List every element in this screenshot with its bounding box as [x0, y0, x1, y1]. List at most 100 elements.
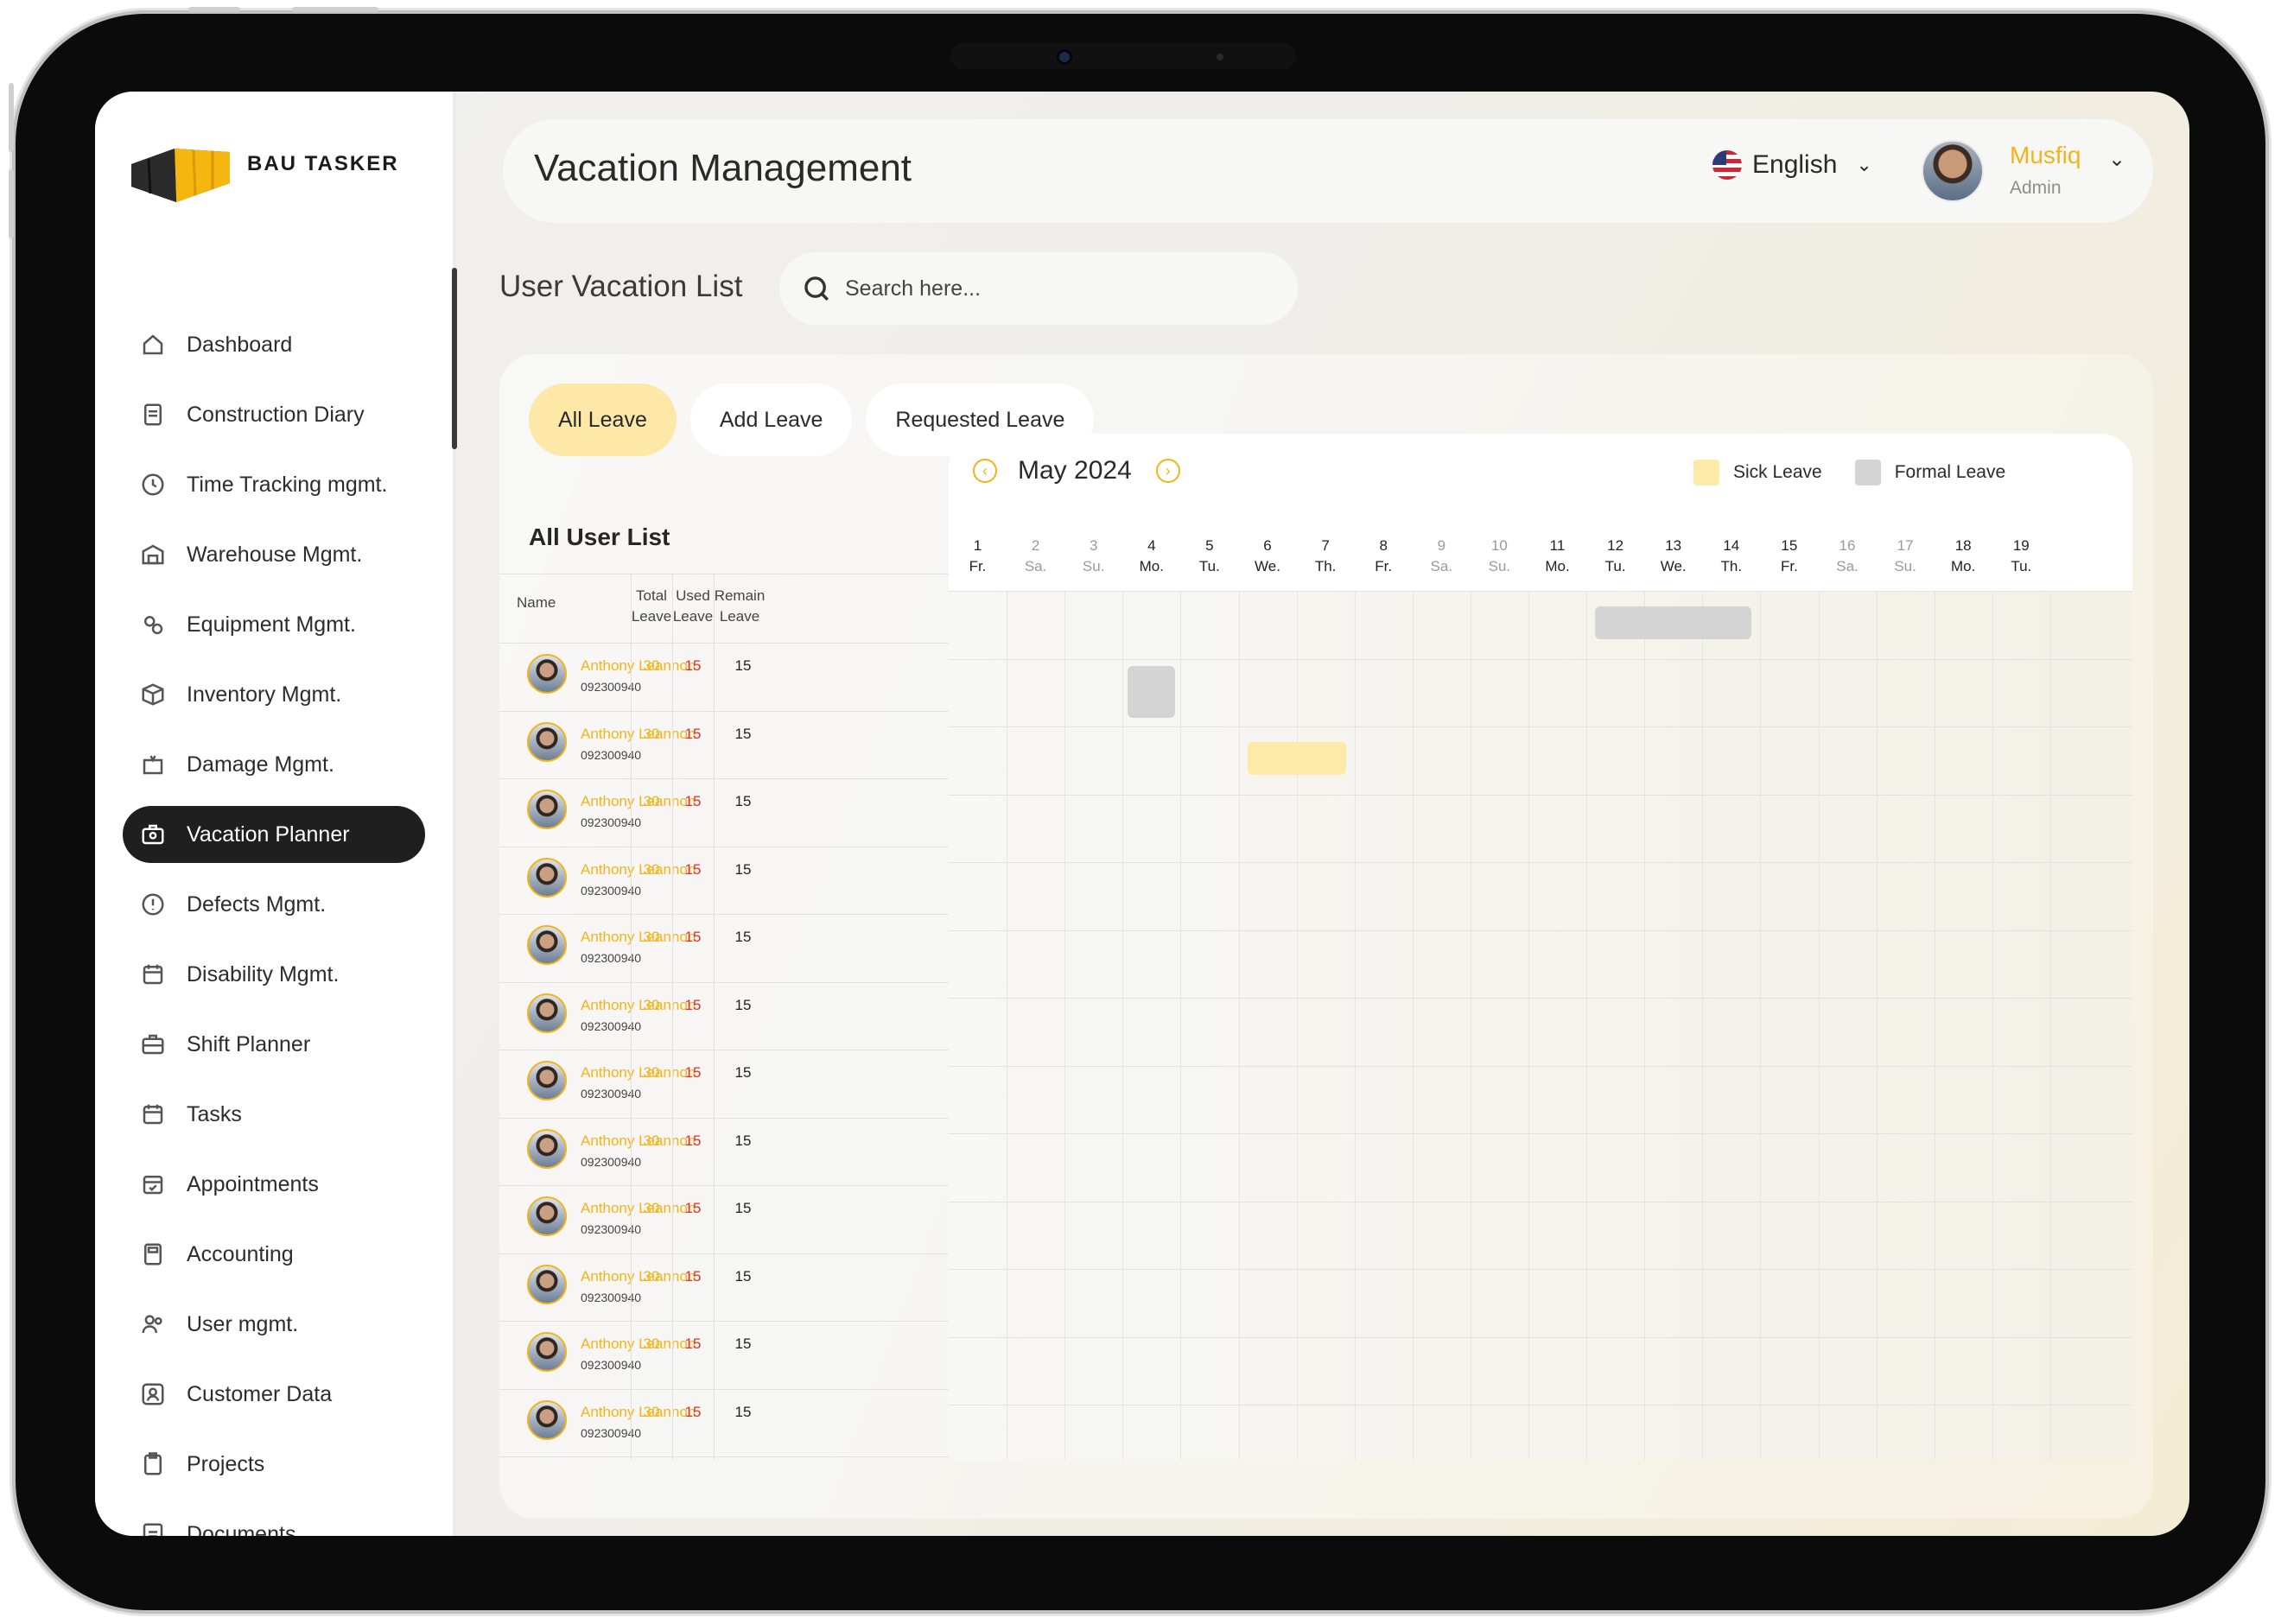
calendar-grid-line	[1644, 591, 1646, 1460]
total-leave: 30	[643, 1403, 660, 1420]
user-id: 092300940	[581, 1018, 642, 1033]
table-row[interactable]: Anthony Leannon 092300940 30 15 15	[499, 1050, 949, 1118]
calendar-check-icon	[138, 1170, 168, 1199]
users-icon	[138, 1310, 168, 1339]
day-number: 12	[1607, 537, 1624, 554]
table-row[interactable]: Anthony Leannon 092300940 30 15 15	[499, 1321, 949, 1389]
us-flag-icon	[1712, 150, 1742, 180]
legend-sick-leave: Sick Leave	[1733, 462, 1822, 482]
calendar-icon	[138, 960, 168, 989]
formal-leave-bar[interactable]	[1595, 606, 1752, 639]
sidebar-item-shift-planner[interactable]: Shift Planner	[123, 1016, 425, 1073]
day-number: 14	[1723, 537, 1740, 554]
calendar-row-line	[949, 794, 2132, 796]
sidebar-item-customer-data[interactable]: Customer Data	[123, 1366, 425, 1423]
remain-leave: 15	[734, 725, 752, 742]
sidebar-item-dashboard[interactable]: Dashboard	[123, 316, 425, 373]
avatar	[527, 1264, 567, 1304]
used-leave: 15	[684, 725, 702, 742]
sidebar-item-appointments[interactable]: Appointments	[123, 1156, 425, 1213]
sidebar-nav: Dashboard Construction Diary Time Tracking…	[123, 316, 425, 1536]
formal-leave-bar[interactable]	[1128, 665, 1176, 718]
day-number: 15	[1781, 537, 1798, 554]
table-row[interactable]: Anthony Leannon 092300940 30 15 15	[499, 1388, 949, 1457]
used-leave: 15	[684, 793, 702, 809]
avatar	[527, 1061, 567, 1101]
table-row[interactable]: Anthony Leannon 092300940 30 15 15	[499, 1185, 949, 1253]
total-leave: 30	[643, 793, 660, 809]
calendar-grid-line	[1180, 591, 1182, 1460]
next-month-icon[interactable]: ›	[1155, 459, 1180, 483]
user-id: 092300940	[581, 883, 642, 898]
day-number: 19	[2012, 537, 2030, 554]
sidebar-item-accounting[interactable]: Accounting	[123, 1226, 425, 1283]
sidebar-item-inventory-mgmt[interactable]: Inventory Mgmt.	[123, 666, 425, 723]
avatar	[527, 1196, 567, 1236]
day-number: 7	[1321, 537, 1330, 554]
table-row[interactable]: Anthony Leannon 092300940 30 15 15	[499, 1117, 949, 1186]
used-leave: 15	[684, 929, 702, 945]
sick-leave-bar[interactable]	[1247, 742, 1346, 775]
day-number: 2	[1031, 537, 1040, 554]
total-leave: 30	[643, 1335, 660, 1352]
table-row[interactable]: Anthony Leannon 092300940 30 15 15	[499, 981, 949, 1050]
used-leave: 15	[684, 1403, 702, 1420]
section-title: User Vacation List	[499, 270, 743, 303]
weekday-label: Tu.	[2011, 558, 2032, 574]
calendar-day-header: 16 Sa.	[1819, 536, 1877, 577]
avatar	[527, 993, 567, 1033]
sidebar-item-disability-mgmt[interactable]: Disability Mgmt.	[123, 946, 425, 1003]
weekday-label: We.	[1255, 558, 1280, 574]
chevron-down-icon[interactable]: ⌄	[2108, 147, 2125, 172]
day-number: 13	[1665, 537, 1682, 554]
avatar	[527, 857, 567, 898]
sidebar-item-vacation-planner[interactable]: Vacation Planner	[123, 806, 425, 863]
user-name[interactable]: Musfiq	[2010, 142, 2081, 169]
remain-leave: 15	[734, 1335, 752, 1352]
table-row[interactable]: Anthony Leannon 092300940 30 15 15	[499, 643, 949, 711]
clock-icon	[138, 470, 168, 499]
table-row[interactable]: Anthony Leannon 092300940 30 15 15	[499, 778, 949, 847]
sidebar-item-projects[interactable]: Projects	[123, 1436, 425, 1493]
tab-all-leave[interactable]: All Leave	[529, 384, 677, 456]
sidebar-item-equipment-mgmt[interactable]: Equipment Mgmt.	[123, 596, 425, 653]
sidebar-scrollbar-thumb[interactable]	[452, 268, 457, 449]
column-divider	[672, 574, 673, 1460]
calendar-grid-line	[1702, 591, 1704, 1460]
remain-leave: 15	[734, 1267, 752, 1285]
weekday-label: Mo.	[1951, 558, 1976, 574]
tab-add-leave[interactable]: Add Leave	[689, 384, 853, 456]
sidebar-item-defects-mgmt[interactable]: Defects Mgmt.	[123, 876, 425, 933]
total-leave: 30	[643, 657, 660, 674]
day-number: 10	[1490, 537, 1508, 554]
table-row[interactable]: Anthony Leannon 092300940 30 15 15	[499, 1253, 949, 1322]
sidebar-item-user-mgmt[interactable]: User mgmt.	[123, 1296, 425, 1353]
table-row[interactable]: Anthony Leannon 092300940 30 15 15	[499, 846, 949, 915]
used-leave: 15	[684, 1335, 702, 1352]
search-input[interactable]: Search here...	[779, 252, 1298, 325]
sidebar-item-warehouse-mgmt[interactable]: Warehouse Mgmt.	[123, 526, 425, 583]
table-row[interactable]: Anthony Leannon 092300940 30 15 15	[499, 914, 949, 982]
avatar[interactable]	[1922, 140, 1984, 202]
weekday-label: Th.	[1720, 558, 1743, 574]
top-header: Vacation Management English ⌄ Musfiq Adm…	[503, 119, 2153, 223]
calendar-row-line	[949, 658, 2132, 660]
sidebar-item-label: Customer Data	[187, 1381, 333, 1406]
calendar-row-line	[949, 862, 2132, 863]
sidebar-item-label: Time Tracking mgmt.	[187, 472, 388, 497]
sidebar-item-documents[interactable]: Documents	[123, 1506, 425, 1536]
sidebar-item-label: Defects Mgmt.	[187, 891, 327, 917]
sidebar-item-time-tracking-mgmt[interactable]: Time Tracking mgmt.	[123, 456, 425, 513]
sidebar-item-construction-diary[interactable]: Construction Diary	[123, 386, 425, 443]
table-row[interactable]: Anthony Leannon 092300940 30 15 15	[499, 710, 949, 779]
sidebar-item-damage-mgmt[interactable]: Damage Mgmt.	[123, 736, 425, 793]
calendar-day-header: 8 Fr.	[1355, 536, 1413, 577]
day-number: 5	[1205, 537, 1214, 554]
language-selector[interactable]: English ⌄	[1712, 150, 1872, 180]
sidebar-item-tasks[interactable]: Tasks	[123, 1086, 425, 1143]
page-title: Vacation Management	[534, 147, 912, 189]
sidebar-item-label: Inventory Mgmt.	[187, 682, 342, 707]
home-icon	[138, 330, 168, 359]
user-id: 092300940	[581, 1087, 642, 1101]
prev-month-icon[interactable]: ‹	[973, 459, 997, 483]
